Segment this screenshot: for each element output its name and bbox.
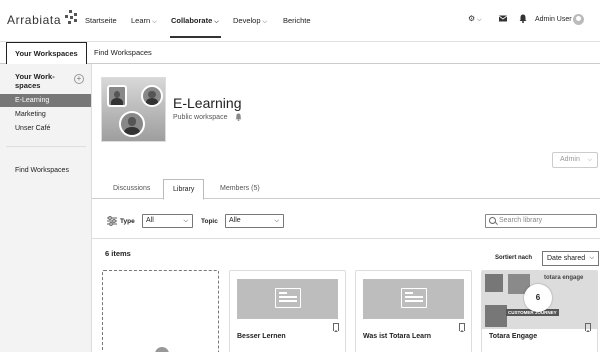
items-count: 6 items [105,249,131,258]
chevron-down-icon: ⌵ [587,157,592,163]
workspace-image [101,77,166,142]
filter-sliders-icon [107,216,117,226]
sidebar: Your Work-spaces + E-Learning Marketing … [0,64,92,352]
nav-item-collaborate[interactable]: Collaborate ⌵ [171,16,219,26]
settings-menu-button[interactable]: ⚙ ⌵ [468,14,482,24]
document-icon [401,288,427,308]
logo[interactable]: Arrabiata [7,10,78,27]
presenter-photo [485,305,507,327]
chevron-down-icon: ⌵ [152,19,157,25]
library-filters: Type All ⌵ Topic Alle ⌵ Search library [92,211,600,237]
active-nav-indicator [170,36,221,38]
chevron-down-icon: ⌵ [274,218,279,224]
type-filter-label: Type [120,218,135,225]
nav-item-learn[interactable]: Learn ⌵ [131,16,157,26]
card-thumbnail [363,279,464,319]
avatar[interactable] [573,14,584,25]
sidebar-item-find-workspaces[interactable]: Find Workspaces [0,164,91,177]
notification-bell-button[interactable] [235,113,242,123]
bell-icon [235,113,242,121]
content-tabs: Discussions Library Members (5) [92,179,600,200]
type-filter-select[interactable]: All ⌵ [142,214,193,228]
sidebar-item-e-learning[interactable]: E-Learning [0,94,91,107]
nav-item-develop[interactable]: Develop ⌵ [233,16,267,26]
workspace-visibility: Public workspace [173,114,228,121]
playlist-card[interactable]: totara engage CUSTOMER JOURNEY 6 Totara … [481,270,598,352]
tab-members[interactable]: Members (5) [211,179,269,199]
member-photo [107,85,127,107]
plus-icon: + [76,74,82,83]
logo-text: Arrabiata [7,13,62,27]
messages-button[interactable] [498,15,508,24]
chevron-down-icon: ⌵ [262,19,268,25]
member-photo [119,111,145,137]
member-photo [141,85,163,107]
tab-library[interactable]: Library [163,179,205,200]
chevron-down-icon: ⌵ [183,218,188,224]
divider [92,238,600,239]
sidebar-item-unser-cafe[interactable]: Unser Café [0,122,91,135]
workspace-title: E-Learning [173,95,242,111]
presenter-photo [485,274,503,292]
plus-icon [155,347,169,352]
notifications-button[interactable] [519,14,527,25]
add-workspace-button[interactable]: + [74,74,84,84]
bell-icon [519,14,527,23]
chevron-down-icon: ⌵ [477,17,482,23]
sidebar-item-marketing[interactable]: Marketing [0,108,91,121]
gear-icon: ⚙ [468,14,476,23]
chevron-down-icon: ⌵ [589,255,594,261]
workspace-tabs: Your Workspaces Find Workspaces [0,42,600,64]
chevron-down-icon: ⌵ [214,19,219,25]
tab-discussions[interactable]: Discussions [104,179,159,199]
search-library-input[interactable]: Search library [485,214,597,228]
library-card[interactable]: Besser Lernen [229,270,346,352]
search-icon [489,217,496,224]
playlist-count-badge: 6 [524,284,552,312]
envelope-icon [498,15,508,22]
nav-item-berichte[interactable]: Berichte [283,16,311,25]
topic-filter-select[interactable]: Alle ⌵ [225,214,284,228]
card-title[interactable]: Was ist Totara Learn [363,333,431,340]
card-title[interactable]: Besser Lernen [237,333,286,340]
bookmark-icon[interactable] [333,323,339,332]
card-thumbnail [237,279,338,319]
main-content: E-Learning Public workspace Admin ⌵ Discu… [92,64,600,352]
top-navigation: Arrabiata Startseite Learn ⌵ Collaborate ⌵… [0,0,600,42]
bookmark-icon[interactable] [459,323,465,332]
nav-item-startseite[interactable]: Startseite [85,16,117,25]
library-card[interactable]: Was ist Totara Learn [355,270,472,352]
sort-label: Sortiert nach [495,255,533,261]
admin-menu-button[interactable]: Admin ⌵ [552,152,598,168]
brand-logo: totara engage [544,275,584,281]
document-icon [275,288,301,308]
logo-icon [64,10,78,24]
sidebar-divider [6,146,86,147]
tab-your-workspaces[interactable]: Your Workspaces [6,42,87,64]
topic-filter-label: Topic [201,218,218,225]
user-menu-name[interactable]: Admin User [535,16,572,23]
sort-select[interactable]: Date shared ⌵ [542,251,599,266]
add-resource-card[interactable] [102,270,219,352]
card-title[interactable]: Totara Engage [489,333,537,340]
tab-find-workspaces[interactable]: Find Workspaces [86,42,160,64]
bookmark-icon[interactable] [585,323,591,332]
sidebar-title: Your Work-spaces [15,72,55,90]
